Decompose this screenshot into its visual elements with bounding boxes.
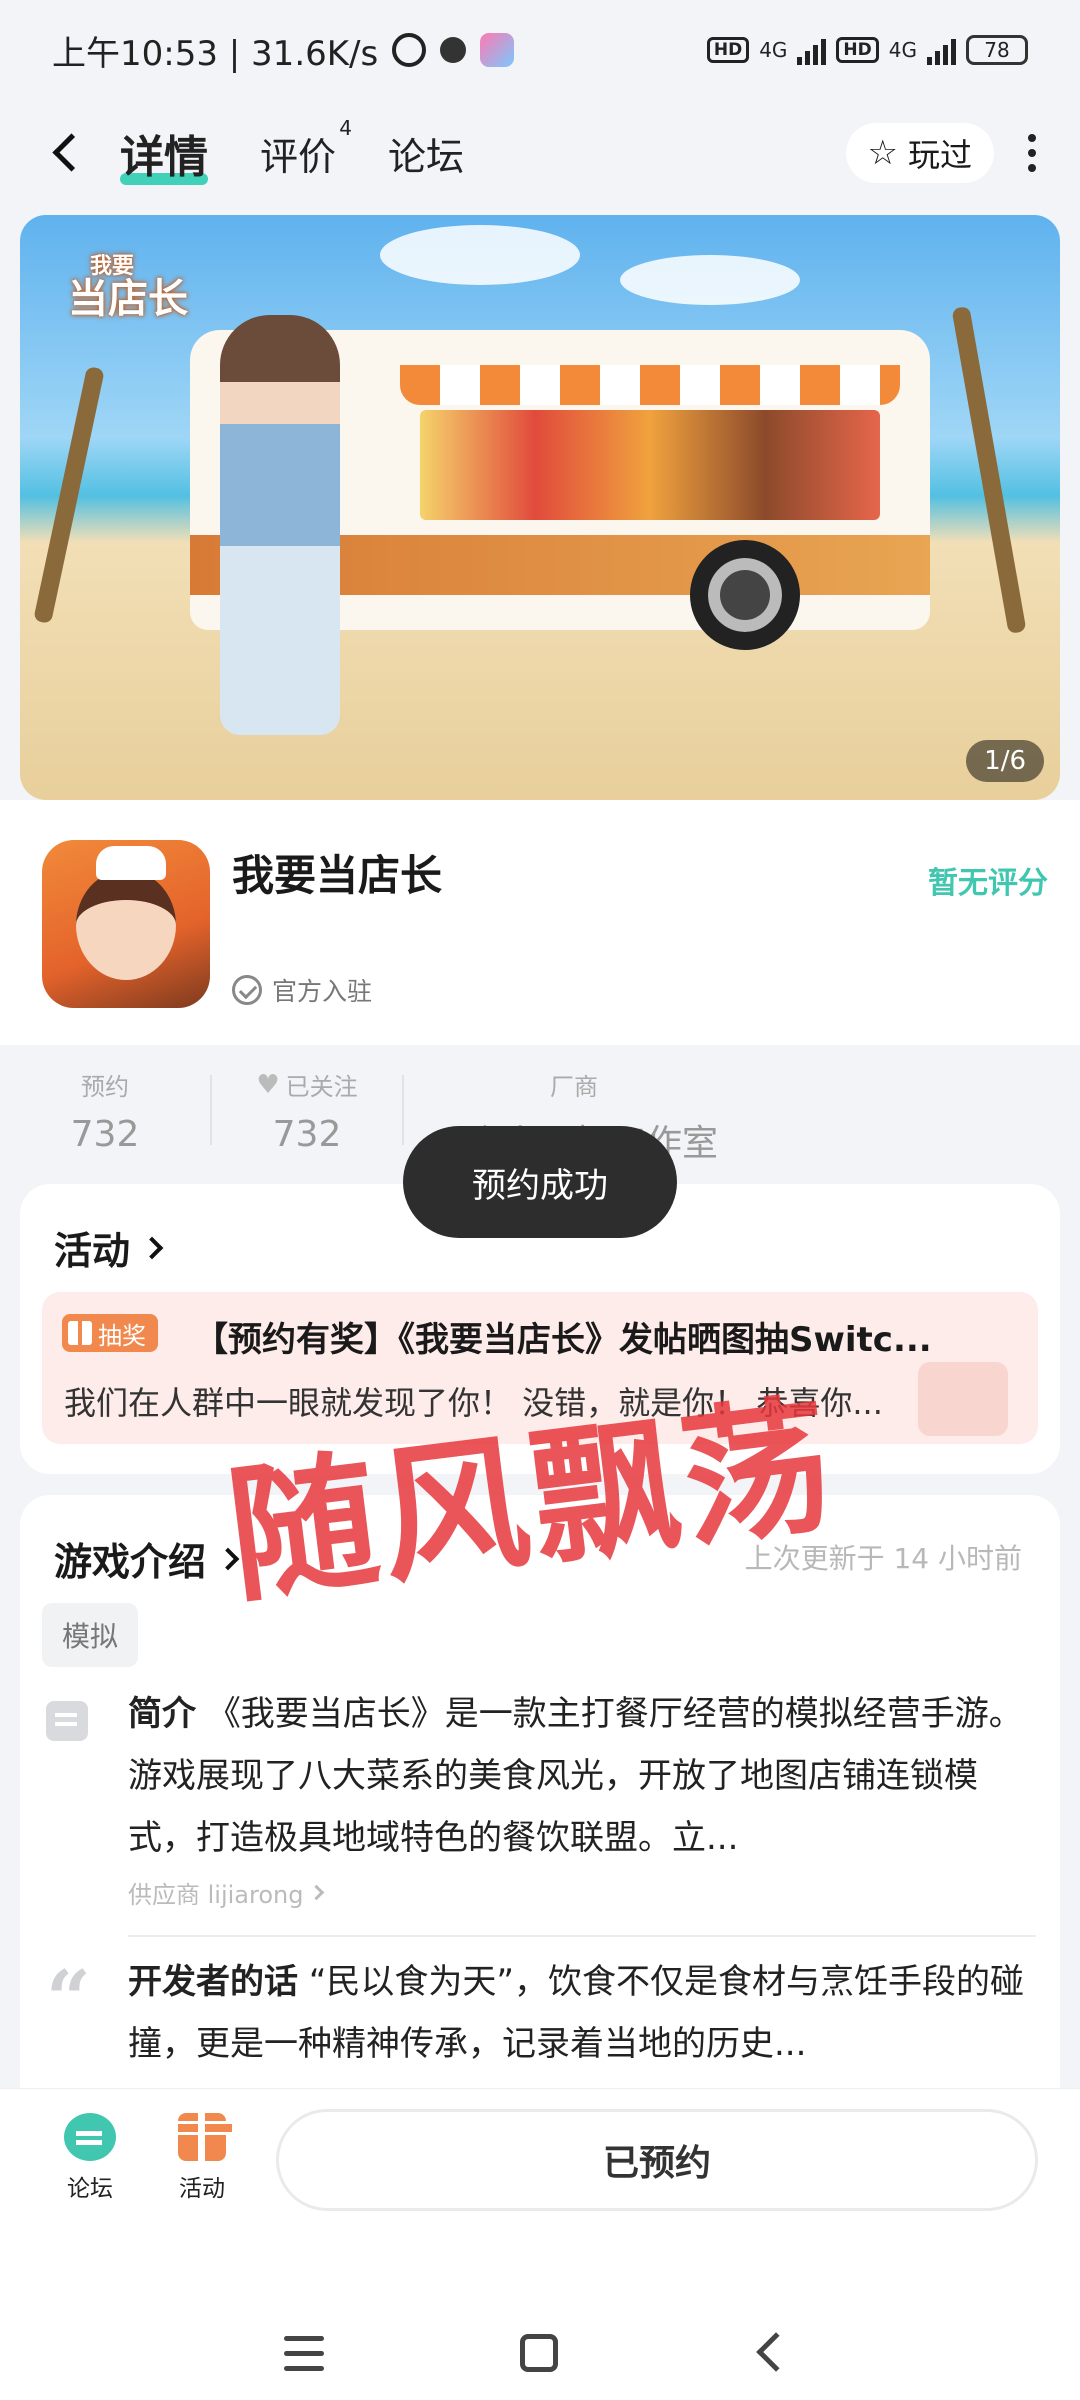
alarm-icon — [392, 33, 427, 67]
top-nav: 详情 评价 4 论坛 ☆ 玩过 — [0, 108, 1080, 198]
check-circle-icon — [232, 975, 262, 1005]
stat-value: 732 — [70, 1114, 140, 1155]
signal-icon-2 — [927, 35, 956, 65]
lottery-badge: 抽奖 — [62, 1314, 158, 1352]
toast-message: 预约成功 — [403, 1126, 677, 1238]
star-icon: ☆ — [867, 133, 898, 173]
notification-icon — [440, 37, 467, 63]
palm-tree — [33, 365, 105, 625]
app-notification-icon — [480, 33, 515, 67]
gift-icon — [68, 1321, 92, 1345]
activity-button[interactable]: 活动 — [175, 2113, 235, 2203]
cloud-decoration — [620, 255, 800, 305]
game-app-icon — [42, 840, 210, 1008]
battery-icon: 78 — [966, 35, 1028, 65]
stat-label: 预约 — [81, 1073, 129, 1101]
official-badge: 官方入驻 — [232, 972, 372, 1008]
stat-label: 已关注 — [285, 1073, 358, 1101]
forum-icon — [64, 2113, 116, 2161]
activity-headline: 【预约有奖】《我要当店长》发帖晒图抽Switc... — [194, 1320, 932, 1360]
divider — [128, 1935, 1036, 1937]
stat-followers: ♥ 已关注 732 — [212, 1045, 402, 1175]
stat-value: 732 — [272, 1114, 342, 1155]
chevron-right-icon — [309, 1884, 325, 1901]
status-time-speed: 上午10:53 | 31.6K/s — [52, 33, 379, 74]
hd-icon: HD — [706, 37, 750, 63]
activity-decoration-icon — [918, 1362, 1008, 1436]
menu-icon[interactable] — [284, 2336, 324, 2372]
truck-awning — [400, 365, 900, 405]
signal-icon — [797, 35, 827, 65]
screenshot-banner[interactable]: 我要 当店长 1/6 — [20, 215, 1060, 800]
tab-details[interactable]: 详情 — [120, 121, 208, 185]
reserved-button[interactable]: 已预约 — [276, 2109, 1038, 2211]
gift-icon — [175, 2113, 235, 2161]
network-label-2: 4G — [888, 38, 917, 62]
banner-page-counter: 1/6 — [966, 740, 1044, 782]
played-label: 玩过 — [907, 136, 972, 174]
back-arrow-icon[interactable] — [44, 133, 84, 173]
cloud-decoration — [380, 225, 580, 285]
stat-reservations: 预约 732 — [0, 1045, 210, 1175]
activity-section-title[interactable]: 活动 — [54, 1220, 164, 1275]
supplier-link[interactable]: 供应商 lijiarong — [128, 1875, 325, 1910]
tab-reviews[interactable]: 评价 4 — [260, 116, 352, 181]
system-nav-bar — [0, 2238, 1080, 2400]
back-icon[interactable] — [756, 2332, 796, 2372]
document-icon — [46, 1701, 88, 1741]
truck-window — [420, 410, 880, 520]
network-label: 4G — [759, 38, 788, 62]
game-summary[interactable]: 简介 《我要当店长》是一款主打餐厅经营的模拟经营手游。 游戏展现了八大菜系的美食… — [128, 1683, 1028, 1869]
review-count-badge: 4 — [339, 115, 353, 140]
game-title: 我要当店长 — [232, 851, 443, 900]
palm-tree — [951, 305, 1027, 635]
game-header: 我要当店长 官方入驻 暂无评分 — [0, 800, 1080, 1045]
truck-wheel — [690, 540, 800, 650]
home-icon[interactable] — [520, 2334, 558, 2372]
character-illustration — [220, 315, 340, 735]
heart-icon: ♥ — [256, 1069, 280, 1100]
quote-icon: “ — [46, 1954, 91, 2045]
intro-section-title[interactable]: 游戏介绍 — [54, 1531, 240, 1586]
tab-bar: 详情 评价 4 论坛 — [120, 116, 464, 185]
genre-tag[interactable]: 模拟 — [42, 1603, 139, 1667]
official-label: 官方入驻 — [272, 977, 373, 1006]
status-bar: 上午10:53 | 31.6K/s HD 4G HD 4G 78 — [0, 0, 1080, 100]
forum-button[interactable]: 论坛 — [64, 2113, 116, 2203]
more-options-icon[interactable] — [1028, 134, 1036, 172]
rating-status: 暂无评分 — [928, 866, 1048, 901]
hd-icon-2: HD — [836, 37, 879, 63]
tab-forum[interactable]: 论坛 — [388, 126, 464, 181]
tab-reviews-label: 评价 — [260, 134, 337, 179]
stat-label: 厂商 — [550, 1073, 598, 1101]
chevron-right-icon — [140, 1236, 164, 1259]
game-logo: 我要 当店长 — [68, 254, 188, 323]
bottom-action-bar: 论坛 活动 已预约 — [0, 2088, 1080, 2238]
played-button[interactable]: ☆ 玩过 — [845, 123, 994, 183]
developer-words[interactable]: 开发者的话 “民以食为天”，饮食不仅是食材与烹饪手段的碰撞，更是一种精神传承，记… — [128, 1951, 1028, 2075]
